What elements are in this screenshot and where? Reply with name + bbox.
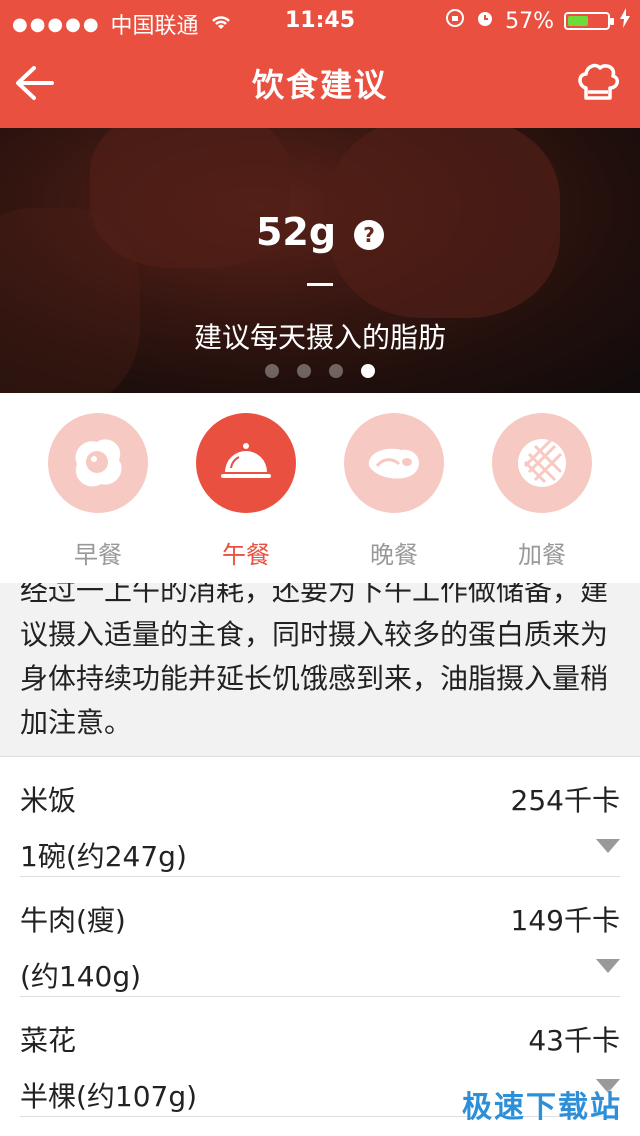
fried-egg-icon [75,439,122,487]
chevron-down-icon[interactable] [596,839,620,853]
food-calories: 254千卡 [510,784,620,817]
alarm-icon [475,8,495,34]
page-dot[interactable] [265,364,279,378]
tab-label: 午餐 [222,541,270,569]
advice-text: 经过一上午的消耗，还要为下午工作做储备，建议摄入适量的主食，同时摄入较多的蛋白质… [20,583,609,739]
chef-hat-icon [578,63,619,100]
tab-circle [196,413,296,513]
watermark: 极速下载站 [462,1090,622,1125]
divider [307,283,333,286]
battery-icon [564,12,614,30]
rotation-lock-icon [445,8,465,34]
tab-dinner[interactable]: 晚餐 [329,413,459,570]
food-name: 牛肉(瘦) [20,904,126,937]
chevron-down-icon[interactable] [596,959,620,973]
meal-tabs: 早餐 午餐 晚餐 加餐 [0,393,640,583]
food-calories: 149千卡 [510,904,620,937]
page-indicator[interactable] [0,364,640,378]
tab-snack[interactable]: 加餐 [477,413,607,570]
chef-hat-button[interactable] [574,58,622,106]
fat-intake-display: 52g? [0,210,640,254]
status-bar: ●●●●● 中国联通 11:45 57% [0,0,640,40]
food-portion: 1碗(约247g) [20,840,187,873]
biscuit-icon [518,438,566,487]
top-bar: ●●●●● 中国联通 11:45 57% 饮食建议 [0,0,640,128]
nav-bar: 饮食建议 [0,40,640,128]
hero-caption: 建议每天摄入的脂肪 [193,321,446,354]
battery-percent: 57% [505,8,554,34]
food-list: 米饭 254千卡 1碗(约247g) 牛肉(瘦) 149千卡 (约140g) 菜… [0,757,640,1117]
fat-intake-value: 52g [255,210,337,254]
tab-breakfast[interactable]: 早餐 [33,413,163,570]
page-title: 饮食建议 [251,66,388,104]
advice-panel: 经过一上午的消耗，还要为下午工作做储备，建议摄入适量的主食，同时摄入较多的蛋白质… [0,583,640,757]
food-portion: 半棵(约107g) [20,1080,198,1113]
tab-label: 晚餐 [370,541,418,569]
tab-circle [344,413,444,513]
steak-icon [368,448,420,479]
food-cloche-icon [221,443,271,478]
list-item[interactable]: 米饭 254千卡 1碗(约247g) [20,757,620,877]
help-icon[interactable]: ? [354,219,385,250]
list-item[interactable]: 牛肉(瘦) 149千卡 (约140g) [20,877,620,997]
food-name: 米饭 [20,784,77,817]
page-dot[interactable] [329,364,343,378]
page-dot-active[interactable] [361,364,375,378]
tab-lunch[interactable]: 午餐 [181,413,311,570]
tab-circle [492,413,592,513]
tab-label: 加餐 [518,541,566,569]
food-name: 菜花 [20,1024,77,1057]
food-portion: (约140g) [20,960,142,993]
hero-banner[interactable]: 52g? 建议每天摄入的脂肪 [0,128,640,393]
food-calories: 43千卡 [528,1024,620,1057]
tab-circle [48,413,148,513]
charging-icon [620,8,630,34]
tab-label: 早餐 [74,541,122,569]
page-dot[interactable] [297,364,311,378]
